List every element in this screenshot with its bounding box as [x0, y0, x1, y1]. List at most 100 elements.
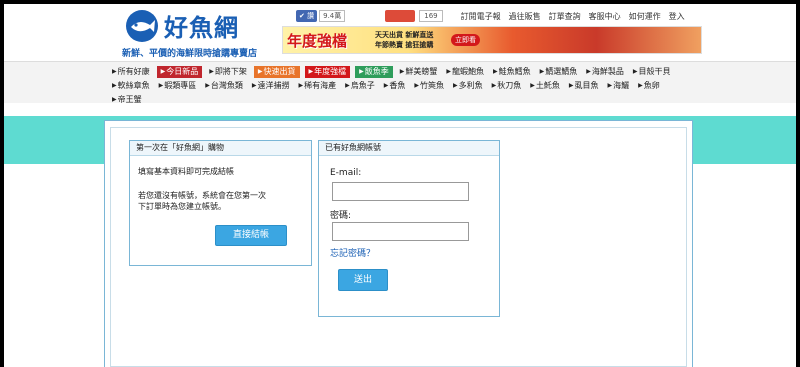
first-time-note-1: 若您還沒有帳號，系統會在您第一次 [138, 191, 266, 200]
top-link-past-sales[interactable]: 過往販售 [509, 11, 541, 22]
arrow-right-icon: ▶ [539, 68, 545, 75]
submit-button[interactable]: 送出 [338, 269, 388, 291]
category-label: 海鮮製品 [591, 67, 624, 76]
arrow-right-icon: ▶ [112, 68, 117, 75]
category-label: 鮭魚鱈魚 [498, 67, 531, 76]
login-heading: 已有好魚網帳號 [319, 141, 499, 156]
arrow-right-icon: ▶ [491, 82, 497, 89]
arrow-right-icon: ▶ [209, 68, 214, 75]
banner-button[interactable]: 立即看 [451, 34, 480, 46]
category-item[interactable]: ▶ 香魚 [382, 80, 408, 92]
category-item[interactable]: ▶ 所有好康 [110, 66, 152, 78]
logo-title: 好魚網 [164, 14, 239, 42]
arrow-right-icon: ▶ [158, 82, 164, 89]
category-item[interactable]: ▶ 今日新品 [156, 65, 203, 78]
top-links: 訂閱電子報 過往販售 訂單查詢 客服中心 如何運作 登入 [453, 11, 685, 22]
category-item[interactable]: ▶ 稀有海產 [297, 80, 339, 92]
category-label: 台灣魚類 [210, 81, 243, 90]
email-field[interactable] [332, 182, 469, 201]
category-label: 即將下架 [214, 67, 247, 76]
category-label: 香魚 [389, 81, 406, 90]
category-label: 飯魚季 [364, 67, 389, 76]
checkout-container: 第一次在「好魚網」購物 填寫基本資料即可完成結帳 若您還沒有帳號，系統會在您第一… [104, 120, 693, 367]
category-item[interactable]: ▶ 台灣魚類 [203, 80, 245, 92]
banner-subtext: 天天出貨 新鮮直送 年節熱賣 搶狂搶購 [375, 31, 434, 49]
checkout-inner: 第一次在「好魚網」購物 填寫基本資料即可完成結帳 若您還沒有帳號，系統會在您第一… [110, 127, 687, 367]
category-item[interactable]: ▶ 飯魚季 [355, 65, 393, 78]
site-logo[interactable]: 好魚網 新鮮、平價的海鮮限時搶購專賣店 [122, 8, 282, 59]
category-label: 今日新品 [166, 67, 199, 76]
category-label: 年度強檔 [314, 67, 347, 76]
category-item[interactable]: ▶ 秋刀魚 [490, 80, 524, 92]
password-field[interactable] [332, 222, 469, 241]
category-label: 多利魚 [458, 81, 483, 90]
category-item[interactable]: ▶ 鮭魚鱈魚 [491, 66, 533, 78]
category-item[interactable]: ▶ 竹筴魚 [412, 80, 446, 92]
category-label: 蝦類專區 [164, 81, 197, 90]
category-label: 遠洋捕撈 [257, 81, 290, 90]
category-label: 竹筴魚 [420, 81, 444, 90]
arrow-right-icon: ▶ [632, 68, 638, 75]
forgot-password-link[interactable]: 忘記密碼？ [330, 246, 375, 259]
arrow-right-icon: ▶ [112, 96, 117, 103]
arrow-right-icon: ▶ [112, 82, 117, 89]
category-item[interactable]: ▶ 年度強檔 [304, 65, 351, 78]
promo-banner[interactable]: 年度強檔 天天出貨 新鮮直送 年節熱賣 搶狂搶購 立即看 [282, 26, 702, 54]
email-label: E-mail: [330, 168, 362, 178]
google-plus-button[interactable] [385, 10, 416, 22]
arrow-right-icon: ▶ [205, 82, 210, 89]
first-time-panel: 第一次在「好魚網」購物 填寫基本資料即可完成結帳 若您還沒有帳號，系統會在您第一… [129, 140, 312, 266]
arrow-right-icon: ▶ [383, 82, 389, 89]
arrow-right-icon: ▶ [257, 68, 263, 75]
arrow-right-icon: ▶ [493, 68, 498, 75]
category-label: 帝王蟹 [117, 95, 142, 104]
category-item[interactable]: ▶ 多利魚 [451, 80, 485, 92]
password-label: 密碼: [330, 211, 352, 221]
category-item[interactable]: ▶ 烏魚子 [343, 80, 377, 92]
category-label: 魚卵 [643, 81, 660, 90]
category-nav: ▶ 所有好康 ▶ 今日新品 ▶ 即將下架 ▶ 快速出貨 ▶ 年度強檔 ▶ 飯魚季 ▶ 鮮美螃蟹 ▶ 龍蝦鮑魚 ▶… [4, 61, 796, 106]
top-bar: ✔ 讚 9.4萬 169 訂閱電子報 過往販售 訂單查詢 客服中心 如何運作 登… [296, 9, 685, 23]
banner-title: 年度強檔 [287, 32, 348, 50]
category-item[interactable]: ▶ 龍蝦鮑魚 [444, 66, 486, 78]
category-label: 土魠魚 [535, 81, 560, 90]
facebook-like-button[interactable]: ✔ 讚 [296, 10, 318, 22]
category-item[interactable]: ▶ 即將下架 [207, 66, 249, 78]
category-item[interactable]: ▶ 快速出貨 [253, 65, 300, 78]
category-label: 軟絲章魚 [117, 81, 150, 90]
category-item[interactable]: ▶ 目殼干貝 [631, 66, 673, 78]
category-label: 快速出貨 [263, 67, 296, 76]
category-item[interactable]: ▶ 虱目魚 [567, 80, 601, 92]
category-item[interactable]: ▶ 海鱺 [606, 80, 632, 92]
arrow-right-icon: ▶ [160, 68, 166, 75]
category-item[interactable]: ▶ 土魠魚 [528, 80, 562, 92]
category-item[interactable]: ▶ 魚卵 [636, 80, 662, 92]
category-item[interactable]: ▶ 鮮美螃蟹 [398, 66, 440, 78]
top-link-login[interactable]: 登入 [669, 11, 685, 22]
direct-checkout-button[interactable]: 直接結帳 [215, 225, 287, 246]
category-item[interactable]: ▶ 海鮮製品 [584, 66, 626, 78]
category-label: 秋刀魚 [497, 81, 522, 90]
thumbs-up-icon: ✔ [299, 12, 305, 20]
category-item[interactable]: ▶ 鯖選鯖魚 [538, 66, 580, 78]
category-row-2: ▶ 軟絲章魚 ▶ 蝦類專區 ▶ 台灣魚類 ▶ 遠洋捕撈 ▶ 稀有海產 ▶ 烏魚子 ▶ 香魚 ▶ 竹筴魚 ▶ 多利魚… [110, 79, 667, 92]
category-item[interactable]: ▶ 軟絲章魚 [110, 80, 152, 92]
arrow-right-icon: ▶ [530, 82, 535, 89]
top-link-newsletter[interactable]: 訂閱電子報 [461, 11, 501, 22]
page-frame: 好魚網 新鮮、平價的海鮮限時搶購專賣店 ✔ 讚 9.4萬 169 訂閱電子報 過… [4, 4, 796, 367]
arrow-right-icon: ▶ [638, 82, 643, 89]
top-link-how-it-works[interactable]: 如何運作 [629, 11, 661, 22]
category-item[interactable]: ▶ 帝王蟹 [110, 94, 144, 106]
category-label: 虱目魚 [574, 81, 599, 90]
category-item[interactable]: ▶ 遠洋捕撈 [250, 80, 292, 92]
category-label: 目殼干貝 [638, 67, 671, 76]
top-link-order-lookup[interactable]: 訂單查詢 [549, 11, 581, 22]
category-label: 鮮美螃蟹 [405, 67, 438, 76]
category-item[interactable]: ▶ 蝦類專區 [157, 80, 199, 92]
category-label: 鯖選鯖魚 [545, 67, 578, 76]
category-label: 稀有海產 [304, 81, 337, 90]
arrow-right-icon: ▶ [308, 68, 314, 75]
logo-slogan: 新鮮、平價的海鮮限時搶購專賣店 [122, 49, 258, 59]
top-link-customer-service[interactable]: 客服中心 [589, 11, 621, 22]
category-label: 所有好康 [117, 67, 150, 76]
